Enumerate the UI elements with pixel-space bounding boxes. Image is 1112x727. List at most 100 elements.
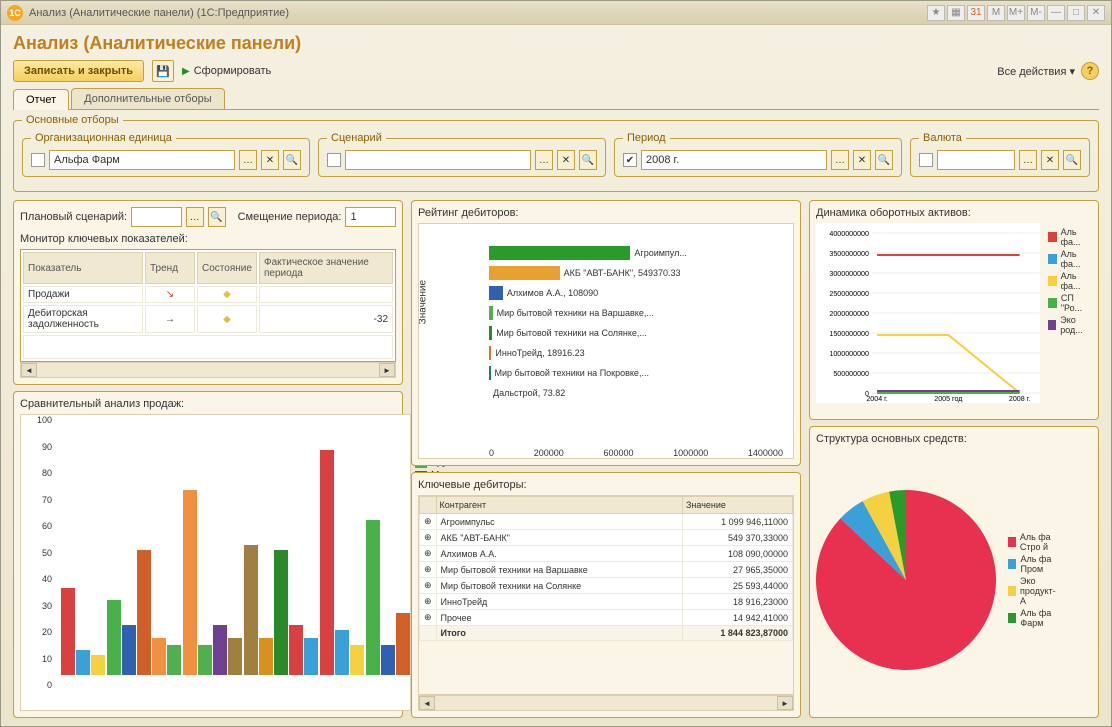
filter-org-search-icon[interactable]: 🔍 — [283, 150, 301, 170]
save-close-button[interactable]: Записать и закрыть — [13, 60, 144, 82]
tab-report[interactable]: Отчет — [13, 89, 69, 110]
minimize-icon[interactable]: — — [1047, 5, 1065, 21]
filter-scenario-input[interactable] — [345, 150, 531, 170]
kpi-row[interactable]: Дебиторская задолженность → ◆ -32 — [23, 305, 393, 333]
expand-icon[interactable]: ⊕ — [420, 594, 437, 610]
filter-period-ellipsis[interactable]: … — [831, 150, 849, 170]
scroll-right-icon[interactable]: ► — [379, 363, 395, 377]
filter-period-search-icon[interactable]: 🔍 — [875, 150, 893, 170]
filter-currency-ellipsis[interactable]: … — [1019, 150, 1037, 170]
all-actions-dropdown[interactable]: Все действия ▾ — [997, 65, 1075, 78]
filter-org-input[interactable]: Альфа Фарм — [49, 150, 235, 170]
table-row[interactable]: ⊕Мир бытовой техники на Солянке25 593,44… — [420, 578, 793, 594]
kpi-scrollbar[interactable]: ◄ ► — [20, 362, 396, 378]
kpi-row[interactable]: Продажи ↘ ◆ — [23, 286, 393, 303]
svg-text:1500000000: 1500000000 — [829, 331, 869, 338]
expand-icon[interactable]: ⊕ — [420, 610, 437, 626]
table-row[interactable]: ⊕АКБ "АВТ-БАНК"549 370,33000 — [420, 530, 793, 546]
filter-currency-search-icon[interactable]: 🔍 — [1063, 150, 1081, 170]
rating-title: Рейтинг дебиторов: — [418, 207, 794, 219]
filter-period: Период ✔ 2008 г. … ✕ 🔍 — [614, 132, 902, 177]
filter-scenario-search-icon[interactable]: 🔍 — [579, 150, 597, 170]
favorite-icon[interactable]: ★ — [927, 5, 945, 21]
kpi-col-trend: Тренд — [145, 252, 195, 284]
table-row[interactable]: ⊕ИнноТрейд18 916,23000 — [420, 594, 793, 610]
scroll-left-icon[interactable]: ◄ — [419, 696, 435, 710]
filter-period-input[interactable]: 2008 г. — [641, 150, 827, 170]
expand-icon[interactable]: ⊕ — [420, 514, 437, 530]
svg-text:2500000000: 2500000000 — [829, 291, 869, 298]
hbar-label: Алхимов А.А., 108090 — [507, 288, 598, 298]
dynamics-chart: 0500000000100000000015000000002000000000… — [816, 223, 1040, 403]
sales-chart: 0102030405060708090100 — [20, 414, 411, 711]
plan-scenario-search-icon[interactable]: 🔍 — [208, 207, 226, 227]
expand-icon[interactable]: ⊕ — [420, 530, 437, 546]
svg-text:1000000000: 1000000000 — [829, 351, 869, 358]
filter-org-clear[interactable]: ✕ — [261, 150, 279, 170]
main-window: 1C Анализ (Аналитические панели) (1С:Пре… — [0, 0, 1112, 727]
hbar-label: Агроимпул... — [634, 248, 686, 258]
filter-period-label: Период — [623, 132, 670, 144]
form-button[interactable]: ▶ Сформировать — [182, 65, 271, 77]
table-row[interactable]: ⊕Алхимов А.А.108 090,00000 — [420, 546, 793, 562]
calc-icon[interactable]: ▦ — [947, 5, 965, 21]
filter-scenario-ellipsis[interactable]: … — [535, 150, 553, 170]
bar — [76, 650, 90, 675]
m-icon[interactable]: M — [987, 5, 1005, 21]
filter-period-clear[interactable]: ✕ — [853, 150, 871, 170]
hbar — [489, 306, 493, 320]
svg-text:2008 г.: 2008 г. — [1009, 396, 1031, 403]
content: Анализ (Аналитические панели) Записать и… — [1, 25, 1111, 726]
plan-scenario-label: Плановый сценарий: — [20, 211, 127, 223]
filter-period-checkbox[interactable]: ✔ — [623, 153, 637, 167]
filter-org-ellipsis[interactable]: … — [239, 150, 257, 170]
plan-scenario-input[interactable] — [131, 207, 182, 227]
maximize-icon[interactable]: □ — [1067, 5, 1085, 21]
filter-scenario-clear[interactable]: ✕ — [557, 150, 575, 170]
offset-input[interactable]: 1 — [345, 207, 396, 227]
help-icon[interactable]: ? — [1081, 62, 1099, 80]
filter-currency-label: Валюта — [919, 132, 966, 144]
panel-kpi: Плановый сценарий: … 🔍 Смещение периода:… — [13, 200, 403, 385]
expand-icon[interactable]: ⊕ — [420, 578, 437, 594]
tab-filters[interactable]: Дополнительные отборы — [71, 88, 225, 109]
plan-scenario-ellipsis[interactable]: … — [186, 207, 204, 227]
table-row[interactable]: ⊕Агроимпульс1 099 946,11000 — [420, 514, 793, 530]
expand-icon[interactable]: ⊕ — [420, 546, 437, 562]
hbar — [489, 326, 492, 340]
dynamics-title: Динамика оборотных активов: — [816, 207, 1092, 219]
legend-item: Эко продукт-А — [1008, 576, 1060, 606]
sales-chart-title: Сравнительный анализ продаж: — [20, 398, 396, 410]
legend-item: Аль фа... — [1048, 249, 1088, 269]
scroll-left-icon[interactable]: ◄ — [21, 363, 37, 377]
scroll-right-icon[interactable]: ► — [777, 696, 793, 710]
hbar — [489, 346, 491, 360]
filter-scenario-checkbox[interactable] — [327, 153, 341, 167]
filter-scenario-label: Сценарий — [327, 132, 386, 144]
calendar-icon[interactable]: 31 — [967, 5, 985, 21]
table-row[interactable]: ⊕Прочее14 942,41000 — [420, 610, 793, 626]
key-debtors-title: Ключевые дебиторы: — [418, 479, 794, 491]
table-row[interactable]: ⊕Мир бытовой техники на Варшавке27 965,3… — [420, 562, 793, 578]
kpi-col-fact: Фактическое значение периода — [259, 252, 393, 284]
hbar — [489, 246, 630, 260]
filter-scenario: Сценарий … ✕ 🔍 — [318, 132, 606, 177]
bar — [335, 630, 349, 675]
tabs: Отчет Дополнительные отборы — [13, 88, 1099, 110]
m-minus-icon[interactable]: M- — [1027, 5, 1045, 21]
save-icon[interactable]: 💾 — [152, 60, 174, 82]
expand-icon[interactable]: ⊕ — [420, 562, 437, 578]
offset-label: Смещение периода: — [238, 211, 342, 223]
debtor-table: Контрагент Значение ⊕Агроимпульс1 099 94… — [419, 496, 793, 641]
m-plus-icon[interactable]: M+ — [1007, 5, 1025, 21]
debtor-scrollbar[interactable]: ◄ ► — [418, 695, 794, 711]
bar — [304, 638, 318, 676]
panel-structure: Структура основных средств: Аль фа Стро … — [809, 426, 1099, 718]
filter-currency-input[interactable] — [937, 150, 1015, 170]
filter-org-checkbox[interactable] — [31, 153, 45, 167]
filter-currency-clear[interactable]: ✕ — [1041, 150, 1059, 170]
filter-currency-checkbox[interactable] — [919, 153, 933, 167]
close-icon[interactable]: ✕ — [1087, 5, 1105, 21]
kpi-title: Монитор ключевых показателей: — [20, 233, 396, 245]
kpi-col-state: Состояние — [197, 252, 257, 284]
